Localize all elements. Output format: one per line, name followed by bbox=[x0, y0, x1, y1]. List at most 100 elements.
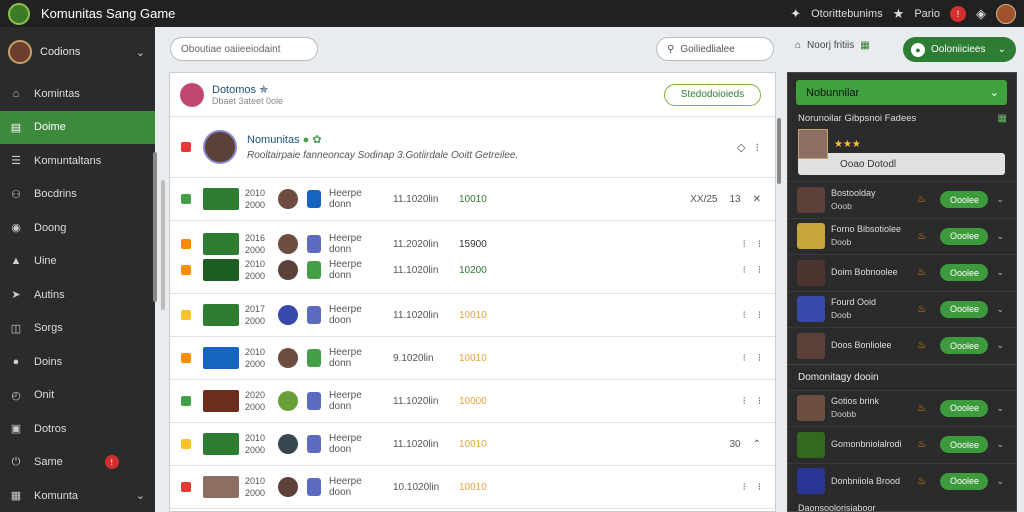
row-action-icon[interactable]: 30 bbox=[729, 439, 740, 450]
sidebar-profile[interactable]: Codions ⌄ bbox=[0, 27, 155, 77]
sidebar-item-1[interactable]: ▤ Doime bbox=[0, 110, 155, 144]
sidebar-item-10[interactable]: ▣ Dotros bbox=[0, 412, 155, 446]
sidebar-item-2[interactable]: ☰ Komuntaltans bbox=[0, 144, 155, 178]
sidebar-item-0[interactable]: ⌂ Komintas bbox=[0, 77, 155, 111]
table-row[interactable]: 2010 2000 Heerpe doon 10.1020lin 10010 ⁝ ⁝ bbox=[170, 466, 775, 509]
game-thumbnail[interactable] bbox=[203, 259, 239, 281]
game-thumbnail[interactable] bbox=[203, 304, 239, 326]
more-icon[interactable]: ⁝ bbox=[756, 141, 760, 154]
post-item[interactable]: Nomunitas ● ✿ Rooltairpaie fanneoncay So… bbox=[170, 117, 775, 178]
game-thumbnail[interactable] bbox=[203, 390, 239, 412]
chevron-down-icon[interactable]: ⌄ bbox=[136, 489, 145, 502]
notification-badge[interactable]: ! bbox=[950, 5, 966, 22]
sidebar-item-5[interactable]: ▲ Uine bbox=[0, 245, 155, 279]
row-action-icon[interactable]: ⁝ bbox=[758, 396, 761, 407]
chevron-down-icon[interactable]: ⌄ bbox=[136, 46, 145, 59]
user-label[interactable]: Otorittebunims bbox=[811, 8, 883, 20]
row-action-icon[interactable]: ⁝ bbox=[743, 482, 746, 493]
table-row[interactable]: 2020 2000 Heerpe donn 11.1020lin 10000 ⁝ ⁝ bbox=[170, 380, 775, 423]
player-avatar[interactable] bbox=[278, 477, 298, 497]
sidebar-item-12[interactable]: ▦ Komunta ⌄ bbox=[0, 479, 155, 512]
chevron-down-icon[interactable]: ⌄ bbox=[996, 231, 1004, 242]
game-thumbnail[interactable] bbox=[203, 188, 239, 210]
chevron-down-icon[interactable]: ⌄ bbox=[996, 403, 1004, 414]
avatar[interactable] bbox=[996, 3, 1016, 24]
pin-icon[interactable]: ◇ bbox=[737, 141, 745, 154]
sidebar-scrollbar[interactable] bbox=[153, 152, 157, 302]
row-action-icon[interactable]: XX/25 bbox=[690, 194, 717, 205]
player-avatar[interactable] bbox=[278, 391, 298, 411]
table-row[interactable]: 2010 2000 Heerpe donn 11.1020lin 10010 XX… bbox=[170, 178, 775, 221]
sidebar-item-4[interactable]: ◉ Doong bbox=[0, 211, 155, 245]
join-button[interactable]: Ooolee bbox=[940, 300, 989, 318]
row-action-icon[interactable]: ✕ bbox=[753, 194, 761, 205]
featured-bar[interactable]: Ooao Dotodl bbox=[798, 153, 1005, 175]
chevron-down-icon[interactable]: ⌄ bbox=[996, 267, 1004, 278]
table-row[interactable]: 2010 2000 Heerpe doon 11.1020lin 10010 30… bbox=[170, 423, 775, 466]
row-action-icon[interactable]: ⌃ bbox=[753, 439, 761, 450]
filter-input[interactable]: Oboutiae oaiieeiodaint bbox=[170, 37, 318, 61]
points-label[interactable]: Pario bbox=[914, 8, 940, 20]
list-item[interactable]: Doos Bonliolee ♨ Ooolee ⌄ bbox=[788, 327, 1016, 364]
row-action-icon[interactable]: ⁝ bbox=[758, 239, 761, 250]
panel-header[interactable]: Nobunnilar ⌄ bbox=[796, 80, 1007, 105]
sidebar-item-9[interactable]: ◴ Onit bbox=[0, 379, 155, 413]
table-row[interactable]: 2010 2000 Heerpe donn 9.1020lin 10010 ⁝ ⁝ bbox=[170, 337, 775, 380]
row-action-icon[interactable]: 13 bbox=[729, 194, 740, 205]
sidebar-item-3[interactable]: ⚇ Bocdrins bbox=[0, 178, 155, 212]
join-button[interactable]: Ooolee bbox=[940, 264, 989, 282]
player-avatar[interactable] bbox=[278, 305, 298, 325]
online-status-button[interactable]: ● Ooloniiciees ⌄ bbox=[903, 37, 1016, 62]
sidebar-item-7[interactable]: ◫ Sorgs bbox=[0, 312, 155, 346]
join-button[interactable]: Ooolee bbox=[940, 337, 989, 355]
game-thumbnail[interactable] bbox=[203, 233, 239, 255]
row-action-icon[interactable]: ⁝ bbox=[758, 482, 761, 493]
row-action-icon[interactable]: ⁝ bbox=[758, 310, 761, 321]
list-item[interactable]: Doim Bobnoolee ♨ Ooolee ⌄ bbox=[788, 254, 1016, 291]
join-button[interactable]: Ooolee bbox=[940, 472, 989, 490]
row-action-icon[interactable]: ⁝ bbox=[743, 353, 746, 364]
row-action-icon[interactable]: ⁝ bbox=[743, 396, 746, 407]
player-avatar[interactable] bbox=[278, 189, 298, 209]
game-thumbnail[interactable] bbox=[203, 433, 239, 455]
chevron-down-icon[interactable]: ⌄ bbox=[996, 439, 1004, 450]
player-avatar[interactable] bbox=[278, 260, 298, 280]
join-button[interactable]: Ooolee bbox=[940, 191, 989, 209]
join-button[interactable]: Ooolee bbox=[940, 436, 989, 454]
content-scrollbar[interactable] bbox=[161, 180, 165, 310]
row-action-icon[interactable]: ⁝ bbox=[743, 310, 746, 321]
sidebar-item-8[interactable]: ● Doins bbox=[0, 345, 155, 379]
row-action-icon[interactable]: ⁝ bbox=[743, 239, 746, 250]
join-button[interactable]: Ooolee bbox=[940, 227, 989, 245]
list-item[interactable]: Gotios brink Doobb ♨ Ooolee ⌄ bbox=[788, 389, 1016, 427]
row-action-icon[interactable]: ⁝ bbox=[758, 353, 761, 364]
search-input[interactable]: ⚲ Goiliedlialee bbox=[656, 37, 774, 61]
chevron-down-icon[interactable]: ⌄ bbox=[996, 476, 1004, 487]
row-action-icon[interactable]: ⁝ bbox=[758, 265, 761, 276]
player-avatar[interactable] bbox=[278, 434, 298, 454]
chevron-down-icon[interactable]: ⌄ bbox=[996, 340, 1004, 351]
subscribe-button[interactable]: Stedodoioieds bbox=[664, 83, 761, 106]
list-item[interactable]: Donbniiola Brood ♨ Ooolee ⌄ bbox=[788, 462, 1016, 500]
player-avatar[interactable] bbox=[278, 348, 298, 368]
list-item[interactable]: Gomonbniolalrodi ♨ Ooolee ⌄ bbox=[788, 426, 1016, 463]
shield-icon[interactable]: ◈ bbox=[976, 6, 986, 22]
player-avatar[interactable] bbox=[278, 234, 298, 254]
chevron-down-icon[interactable]: ⌄ bbox=[996, 194, 1004, 205]
table-row[interactable]: 2017 2000 Heerpe doon 11.1020lin 10010 ⁝ ⁝ bbox=[170, 294, 775, 337]
feed-scrollbar[interactable] bbox=[777, 118, 781, 184]
chevron-down-icon[interactable]: ⌄ bbox=[996, 304, 1004, 315]
list-item[interactable]: Bostoolday Ooob ♨ Ooolee ⌄ bbox=[788, 181, 1016, 218]
star-icon[interactable]: ★ bbox=[893, 6, 905, 22]
sidebar-item-6[interactable]: ➤ Autins bbox=[0, 278, 155, 312]
sidebar-item-11[interactable]: ⏻ Same! bbox=[0, 446, 155, 480]
row-action-icon[interactable]: ⁝ bbox=[743, 265, 746, 276]
grid-icon[interactable]: ▦ bbox=[998, 113, 1007, 124]
list-item[interactable]: Fourd Ooid Doob ♨ Ooolee ⌄ bbox=[788, 290, 1016, 328]
list-item[interactable]: Forno Bibsotiolee Doob ♨ Ooolee ⌄ bbox=[788, 217, 1016, 255]
game-thumbnail[interactable] bbox=[203, 476, 239, 498]
friends-link[interactable]: ⌂ Noorj fritiis ▦ bbox=[795, 40, 870, 51]
table-row[interactable]: 2016 2000 Heerpe donn 11.2020lin 15900 ⁝ ⁝… bbox=[170, 221, 775, 294]
join-button[interactable]: Ooolee bbox=[940, 399, 989, 417]
puzzle-icon[interactable]: ✦ bbox=[790, 6, 801, 22]
